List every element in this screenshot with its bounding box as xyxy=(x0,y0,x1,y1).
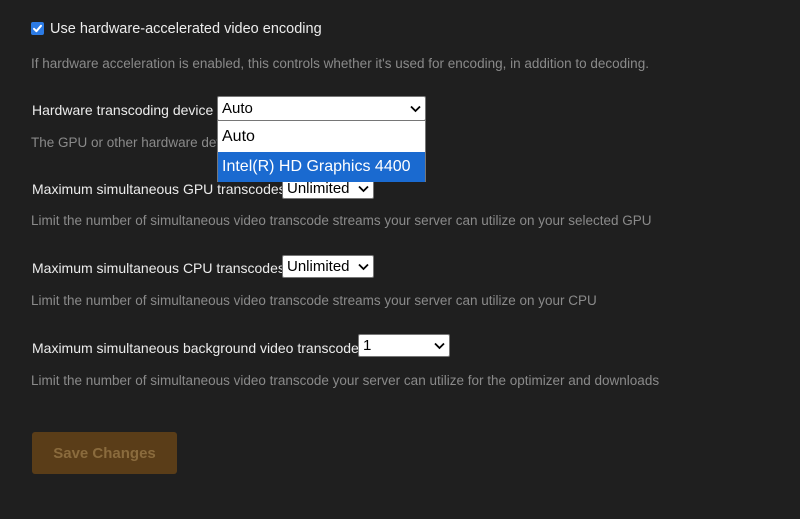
hw-encoding-description: If hardware acceleration is enabled, thi… xyxy=(31,56,649,71)
gpu-transcodes-value: Unlimited xyxy=(287,180,350,197)
cpu-transcodes-description: Limit the number of simultaneous video t… xyxy=(31,293,597,308)
hw-encoding-label[interactable]: Use hardware-accelerated video encoding xyxy=(50,21,322,37)
transcoding-device-options: Auto Intel(R) HD Graphics 4400 xyxy=(217,120,426,182)
transcoding-device-description: The GPU or other hardware dev xyxy=(31,135,224,150)
cpu-transcodes-label: Maximum simultaneous CPU transcodes xyxy=(32,260,285,276)
background-transcode-value: 1 xyxy=(363,337,372,354)
chevron-down-icon xyxy=(408,102,422,116)
chevron-down-icon xyxy=(432,339,446,353)
cpu-transcodes-select[interactable]: Unlimited xyxy=(282,255,374,278)
chevron-down-icon xyxy=(356,182,370,196)
hw-encoding-checkbox[interactable] xyxy=(31,22,44,35)
gpu-transcodes-description: Limit the number of simultaneous video t… xyxy=(31,213,652,228)
gpu-transcodes-label: Maximum simultaneous GPU transcodes xyxy=(32,181,286,197)
background-transcode-label: Maximum simultaneous background video tr… xyxy=(32,340,359,356)
transcoding-device-option-intel[interactable]: Intel(R) HD Graphics 4400 xyxy=(218,152,425,182)
checkmark-icon xyxy=(33,24,42,33)
transcoding-device-label: Hardware transcoding device xyxy=(32,102,214,118)
transcoding-device-select[interactable]: Auto xyxy=(217,96,426,121)
background-transcode-description: Limit the number of simultaneous video t… xyxy=(31,373,660,388)
save-changes-button[interactable]: Save Changes xyxy=(32,432,177,474)
chevron-down-icon xyxy=(356,260,370,274)
cpu-transcodes-value: Unlimited xyxy=(287,258,350,275)
transcoding-device-option-auto[interactable]: Auto xyxy=(218,122,425,152)
transcoding-device-value: Auto xyxy=(222,100,253,117)
background-transcode-select[interactable]: 1 xyxy=(358,334,450,357)
